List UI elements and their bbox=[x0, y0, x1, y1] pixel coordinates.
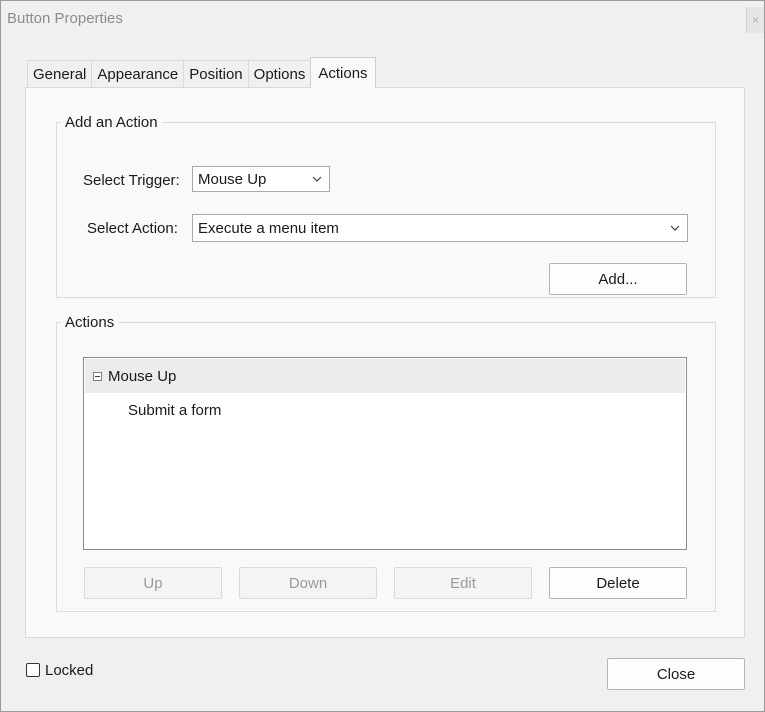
select-trigger-label: Select Trigger: bbox=[83, 172, 180, 189]
tab-position[interactable]: Position bbox=[183, 60, 249, 88]
actions-tab-panel: Add an Action Select Trigger: Mouse Up S… bbox=[25, 87, 745, 638]
delete-action-button[interactable]: Delete bbox=[549, 567, 687, 599]
select-action-dropdown[interactable]: Execute a menu item bbox=[192, 214, 688, 242]
add-action-group: Add an Action Select Trigger: Mouse Up S… bbox=[56, 114, 716, 298]
close-icon[interactable]: × bbox=[746, 7, 764, 33]
tree-node-label: Mouse Up bbox=[108, 367, 177, 385]
edit-action-button[interactable]: Edit bbox=[394, 567, 532, 599]
add-action-button[interactable]: Add... bbox=[549, 263, 687, 295]
select-trigger-dropdown[interactable]: Mouse Up bbox=[192, 166, 330, 192]
actions-group: Actions Mouse Up Submit a form Up Down E… bbox=[56, 314, 716, 612]
close-button[interactable]: Close bbox=[607, 658, 745, 690]
tree-node-mouse-up[interactable]: Mouse Up bbox=[85, 359, 685, 393]
move-down-button[interactable]: Down bbox=[239, 567, 377, 599]
select-action-label: Select Action: bbox=[87, 220, 178, 237]
tab-options[interactable]: Options bbox=[247, 60, 312, 88]
locked-label: Locked bbox=[45, 662, 94, 679]
select-action-value: Execute a menu item bbox=[198, 219, 339, 237]
button-properties-dialog: Button Properties × General Appearance P… bbox=[0, 0, 765, 712]
tab-appearance[interactable]: Appearance bbox=[91, 60, 185, 88]
add-action-legend: Add an Action bbox=[65, 114, 158, 131]
locked-checkbox[interactable] bbox=[26, 663, 40, 677]
collapse-minus-icon[interactable] bbox=[93, 371, 102, 381]
window-title: Button Properties bbox=[7, 10, 123, 27]
move-up-button[interactable]: Up bbox=[84, 567, 222, 599]
tree-child-submit-form[interactable]: Submit a form bbox=[128, 402, 221, 419]
chevron-down-icon bbox=[312, 176, 322, 182]
tab-strip: General Appearance Position Options Acti… bbox=[27, 57, 376, 88]
actions-tree[interactable]: Mouse Up Submit a form bbox=[83, 357, 687, 550]
tab-general[interactable]: General bbox=[27, 60, 93, 88]
tab-actions[interactable]: Actions bbox=[310, 57, 376, 88]
actions-legend: Actions bbox=[65, 314, 115, 331]
select-trigger-value: Mouse Up bbox=[198, 170, 267, 188]
title-bar: Button Properties × bbox=[1, 1, 764, 37]
chevron-down-icon bbox=[670, 225, 680, 231]
